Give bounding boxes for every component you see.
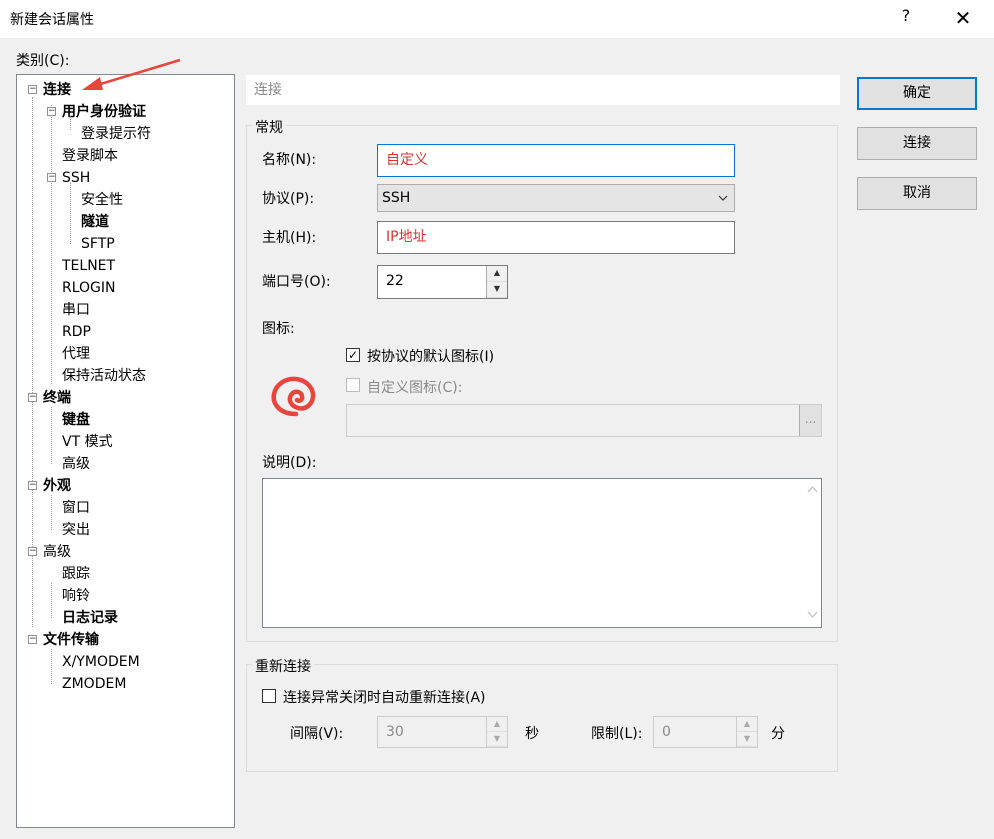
cancel-button[interactable]: 取消	[857, 177, 977, 210]
name-field[interactable]: 自定义	[377, 144, 735, 177]
tree-line	[51, 649, 52, 684]
collapse-icon[interactable]: −	[47, 107, 56, 116]
name-label: 名称(N):	[262, 152, 317, 168]
tree-item-window[interactable]: 窗口	[62, 497, 90, 519]
protocol-label: 协议(P):	[262, 191, 315, 207]
category-label: 类别(C):	[16, 53, 70, 69]
tree-item-rdp[interactable]: RDP	[62, 321, 91, 343]
tree-item-login-script[interactable]: 登录脚本	[62, 145, 118, 167]
limit-value: 0	[662, 724, 671, 740]
section-header: 连接	[246, 75, 840, 105]
tree-item-terminal[interactable]: 终端	[43, 387, 71, 409]
port-field[interactable]: 22 ▲ ▼	[377, 265, 508, 299]
tree-item-keyboard[interactable]: 键盘	[62, 409, 90, 431]
auto-reconnect-label[interactable]: 连接异常关闭时自动重新连接(A)	[283, 687, 486, 707]
tree-item-bell[interactable]: 响铃	[62, 585, 90, 607]
custom-icon-checkbox[interactable]	[346, 378, 360, 392]
spin-down-icon[interactable]: ▼	[487, 732, 507, 747]
custom-icon-path-field[interactable]: ...	[346, 404, 822, 437]
limit-label: 限制(L):	[591, 726, 643, 742]
collapse-icon[interactable]: −	[47, 173, 56, 182]
category-tree[interactable]: − − − − − − − 连接 用户身份验证 登录提示符 登录脚本 SSH 安…	[16, 74, 235, 828]
window-title: 新建会话属性	[10, 12, 94, 28]
description-textarea[interactable]	[262, 478, 822, 628]
interval-unit: 秒	[525, 726, 539, 742]
tree-item-connection[interactable]: 连接	[43, 79, 71, 101]
interval-field[interactable]: 30 ▲ ▼	[377, 716, 508, 748]
connect-button[interactable]: 连接	[857, 127, 977, 160]
interval-stepper[interactable]: ▲ ▼	[486, 717, 507, 747]
interval-label: 间隔(V):	[290, 726, 344, 742]
tree-item-highlight[interactable]: 突出	[62, 519, 90, 541]
tree-item-file-transfer[interactable]: 文件传输	[43, 629, 99, 651]
tree-line	[51, 407, 52, 464]
scroll-down-icon[interactable]	[807, 611, 818, 619]
host-label: 主机(H):	[262, 230, 317, 246]
tree-item-advanced[interactable]: 高级	[43, 541, 71, 563]
auto-reconnect-checkbox[interactable]	[262, 689, 276, 703]
tree-item-user-auth[interactable]: 用户身份验证	[62, 101, 146, 123]
tree-item-appearance[interactable]: 外观	[43, 475, 71, 497]
tree-item-xymodem[interactable]: X/YMODEM	[62, 651, 140, 673]
tree-line	[51, 583, 52, 618]
tree-line	[70, 182, 71, 244]
port-label: 端口号(O):	[262, 274, 331, 290]
browse-icon-button[interactable]: ...	[799, 405, 821, 436]
title-bar	[0, 0, 994, 38]
tree-item-login-prompts[interactable]: 登录提示符	[81, 123, 151, 145]
tree-item-rlogin[interactable]: RLOGIN	[62, 277, 116, 299]
icon-label: 图标:	[262, 321, 295, 337]
port-value: 22	[386, 273, 404, 289]
collapse-icon[interactable]: −	[28, 547, 37, 556]
tree-item-tunneling[interactable]: 隧道	[81, 211, 109, 233]
protocol-select[interactable]: SSH	[377, 184, 735, 212]
spin-down-icon[interactable]: ▼	[487, 282, 507, 298]
ok-button[interactable]: 确定	[857, 77, 977, 110]
spin-up-icon[interactable]: ▲	[487, 266, 507, 282]
tree-item-zmodem[interactable]: ZMODEM	[62, 673, 126, 695]
scroll-up-icon[interactable]	[807, 485, 818, 493]
custom-icon-label[interactable]: 自定义图标(C):	[367, 377, 462, 397]
close-icon[interactable]: ✕	[950, 4, 976, 32]
tree-item-proxy[interactable]: 代理	[62, 343, 90, 365]
default-icon-label[interactable]: 按协议的默认图标(I)	[367, 346, 494, 366]
annotation-arrow-icon	[82, 58, 181, 90]
collapse-icon[interactable]: −	[28, 393, 37, 402]
port-stepper[interactable]: ▲ ▼	[486, 266, 507, 298]
tree-line	[51, 105, 52, 384]
tree-item-trace[interactable]: 跟踪	[62, 563, 90, 585]
tree-item-sftp[interactable]: SFTP	[81, 233, 115, 255]
tree-item-telnet[interactable]: TELNET	[62, 255, 115, 277]
limit-stepper[interactable]: ▲ ▼	[736, 717, 757, 747]
reconnect-group-title: 重新连接	[252, 656, 314, 676]
limit-unit: 分	[771, 726, 785, 742]
tree-line	[51, 495, 52, 530]
description-scrollbar[interactable]	[804, 479, 821, 627]
tree-item-vt-modes[interactable]: VT 模式	[62, 431, 113, 453]
tree-item-security[interactable]: 安全性	[81, 189, 123, 211]
collapse-icon[interactable]: −	[28, 481, 37, 490]
interval-value: 30	[386, 724, 404, 740]
default-icon-checkbox[interactable]: ✓	[346, 348, 360, 362]
protocol-value: SSH	[382, 190, 411, 206]
limit-field[interactable]: 0 ▲ ▼	[653, 716, 758, 748]
chevron-down-icon	[718, 195, 728, 201]
tree-item-terminal-advanced[interactable]: 高级	[62, 453, 90, 475]
collapse-icon[interactable]: −	[28, 635, 37, 644]
collapse-icon[interactable]: −	[28, 85, 37, 94]
tree-item-logging[interactable]: 日志记录	[62, 607, 118, 629]
host-field[interactable]: IP地址	[377, 221, 735, 254]
help-icon[interactable]: ?	[896, 6, 916, 30]
spin-down-icon[interactable]: ▼	[737, 732, 757, 747]
tree-item-ssh[interactable]: SSH	[62, 167, 90, 189]
spin-up-icon[interactable]: ▲	[487, 717, 507, 732]
general-group-title: 常规	[252, 117, 286, 137]
description-label: 说明(D):	[262, 455, 317, 471]
spin-up-icon[interactable]: ▲	[737, 717, 757, 732]
tree-item-serial[interactable]: 串口	[62, 299, 90, 321]
tree-item-keep-alive[interactable]: 保持活动状态	[62, 365, 146, 387]
protocol-shell-icon	[271, 376, 316, 417]
